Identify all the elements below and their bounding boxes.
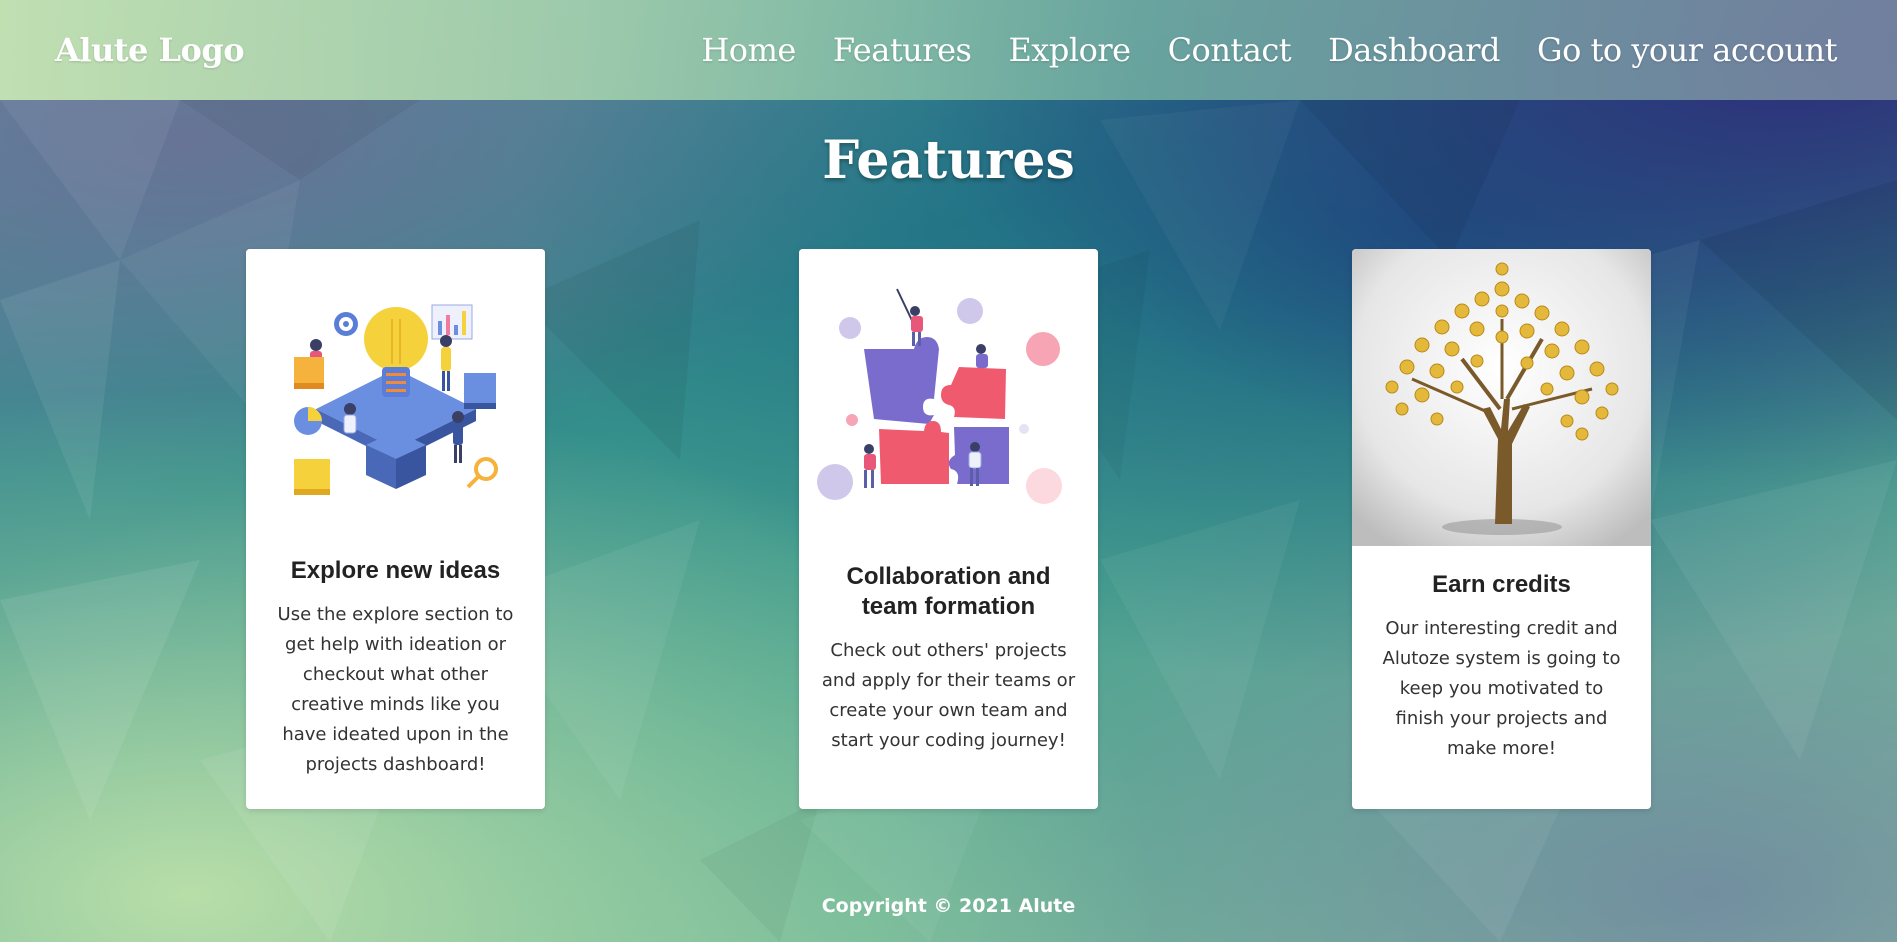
card-text: Use the explore section to get help with… (277, 604, 514, 775)
feature-card-collaboration: Collaboration and team formation Check o… (799, 249, 1098, 809)
card-body: Explore new ideas Use the explore sectio… (246, 546, 545, 780)
nav-link-home[interactable]: Home (701, 31, 796, 69)
nav-link-explore[interactable]: Explore (1008, 31, 1131, 69)
card-title: Collaboration and team formation (846, 563, 1051, 620)
navbar: Alute Logo Home Features Explore Contact… (0, 0, 1897, 100)
puzzle-team-illustration (799, 249, 1098, 546)
nav-link-dashboard[interactable]: Dashboard (1328, 31, 1500, 69)
nav-link-account[interactable]: Go to your account (1537, 31, 1837, 69)
card-text: Check out others' projects and apply for… (821, 640, 1076, 751)
footer-copyright: Copyright © 2021 Alute (821, 895, 1076, 917)
card-body: Collaboration and team formation Check o… (799, 546, 1098, 756)
card-body: Earn credits Our interesting credit and … (1352, 546, 1651, 764)
card-title: Earn credits (1432, 571, 1571, 598)
nav-link-features[interactable]: Features (833, 31, 972, 69)
feature-card-credits: Earn credits Our interesting credit and … (1352, 249, 1651, 809)
nav-links: Home Features Explore Contact Dashboard … (701, 31, 1837, 69)
nav-link-contact[interactable]: Contact (1168, 31, 1292, 69)
card-text: Our interesting credit and Alutoze syste… (1382, 618, 1621, 759)
brand-logo[interactable]: Alute Logo (55, 31, 245, 69)
card-title: Explore new ideas (290, 557, 501, 584)
money-tree-photo (1352, 249, 1651, 546)
ideas-illustration (246, 249, 545, 546)
feature-card-explore: Explore new ideas Use the explore sectio… (246, 249, 545, 809)
page-title: Features (822, 130, 1075, 191)
